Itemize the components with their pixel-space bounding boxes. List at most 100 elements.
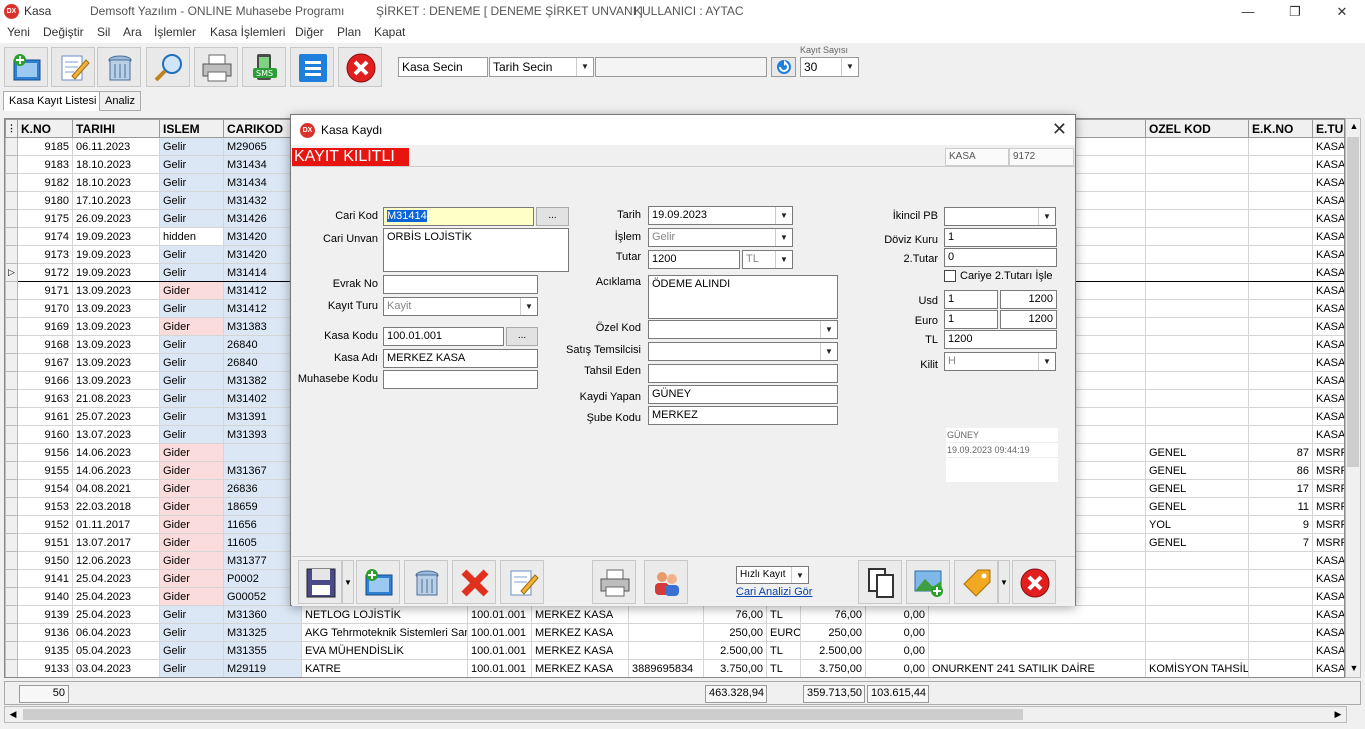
col-header-kno[interactable]: K.NO — [17, 119, 73, 138]
table-row[interactable]: 9136 06.04.2023 Gelir M31325 AKG Tehrmotekni… — [5, 623, 1344, 642]
vertical-scroll-thumb[interactable] — [1347, 137, 1359, 467]
row-indicator[interactable] — [5, 155, 18, 174]
row-indicator[interactable] — [5, 389, 18, 408]
refresh-button[interactable] — [771, 57, 796, 77]
row-indicator[interactable] — [5, 245, 18, 264]
date-select[interactable]: Tarih Secin ▼ — [489, 57, 594, 77]
users-button[interactable] — [644, 560, 688, 604]
cari-unvan-field[interactable]: ORBİS LOJİSTİK — [383, 228, 569, 272]
row-indicator[interactable] — [5, 605, 18, 624]
print-button[interactable] — [194, 47, 238, 87]
row-indicator[interactable] — [5, 335, 18, 354]
muhasebe-kodu-field[interactable] — [383, 370, 538, 389]
kayit-turu-select[interactable]: Kayit ▼ — [383, 297, 538, 316]
save-button[interactable] — [298, 560, 342, 604]
tab-kasa-kayit-listesi[interactable]: Kasa Kayıt Listesi — [3, 91, 103, 111]
row-indicator[interactable] — [5, 191, 18, 210]
row-indicator[interactable] — [5, 371, 18, 390]
row-indicator[interactable] — [5, 227, 18, 246]
satis-temsilcisi-select[interactable]: ▼ — [648, 342, 838, 361]
copy-button[interactable] — [858, 560, 902, 604]
row-indicator[interactable] — [5, 299, 18, 318]
quick-record-select[interactable]: Hızlı Kayıt ▼ — [736, 566, 809, 584]
new-record-button[interactable] — [4, 47, 48, 87]
row-indicator[interactable] — [5, 551, 18, 570]
list-menu-button[interactable] — [290, 47, 334, 87]
row-indicator[interactable] — [5, 641, 18, 660]
row-indicator[interactable] — [5, 659, 18, 677]
restore-button[interactable]: ❐ — [1272, 0, 1318, 23]
horizontal-scroll-thumb[interactable] — [23, 709, 1023, 720]
row-indicator[interactable] — [5, 623, 18, 642]
usd-amount-field[interactable]: 1200 — [1000, 290, 1057, 309]
kasa-kodu-field[interactable]: 100.01.001 — [383, 327, 504, 346]
ikincil-pb-select[interactable]: ▼ — [944, 207, 1056, 226]
islem-select[interactable]: Gelir ▼ — [648, 228, 793, 247]
vertical-scrollbar[interactable]: ▲ ▼ — [1345, 118, 1361, 678]
usd-rate-field[interactable]: 1 — [944, 290, 998, 309]
euro-rate-field[interactable]: 1 — [944, 310, 998, 329]
menu-yeni[interactable]: Yeni — [7, 25, 30, 39]
menu-diger[interactable]: Diğer — [295, 25, 324, 39]
close-dialog-button[interactable] — [1012, 560, 1056, 604]
tahsil-eden-field[interactable] — [648, 364, 838, 383]
scroll-left-icon[interactable]: ◀ — [5, 707, 21, 722]
print-button[interactable] — [592, 560, 636, 604]
close-button[interactable] — [338, 47, 382, 87]
dialog-close-icon[interactable]: ✕ — [1052, 119, 1067, 140]
save-options-dropdown[interactable]: ▼ — [342, 560, 354, 604]
close-window-button[interactable]: ✕ — [1319, 0, 1365, 23]
cariye-tutar-checkbox[interactable] — [944, 270, 956, 282]
scroll-up-icon[interactable]: ▲ — [1346, 119, 1362, 134]
tag-options-dropdown[interactable]: ▼ — [998, 560, 1010, 604]
row-indicator[interactable] — [5, 407, 18, 426]
scroll-right-icon[interactable]: ▶ — [1330, 707, 1346, 722]
row-indicator[interactable] — [5, 173, 18, 192]
edit-button[interactable] — [500, 560, 544, 604]
col-header-ozel-kod[interactable]: OZEL KOD — [1145, 119, 1249, 138]
menu-islemler[interactable]: İşlemler — [154, 25, 196, 39]
edit-record-button[interactable] — [51, 47, 95, 87]
menu-degistir[interactable]: Değiştir — [43, 25, 84, 39]
row-indicator[interactable] — [5, 425, 18, 444]
add-image-button[interactable] — [906, 560, 950, 604]
row-indicator[interactable] — [5, 353, 18, 372]
filter-field[interactable] — [595, 57, 767, 77]
table-row[interactable]: 9135 05.04.2023 Gelir M31355 EVA MÜHENDİSLİK… — [5, 641, 1344, 660]
menu-ara[interactable]: Ara — [123, 25, 142, 39]
menu-kasa-islemleri[interactable]: Kasa İşlemleri — [210, 25, 285, 39]
tag-button[interactable] — [954, 560, 998, 604]
minimize-button[interactable]: — — [1225, 0, 1271, 23]
kasa-adi-field[interactable]: MERKEZ KASA — [383, 349, 538, 368]
cari-analiz-link[interactable]: Cari Analizi Gör — [736, 586, 812, 598]
table-row[interactable]: 9139 25.04.2023 Gelir M31360 NETLOG LOJİSTİK… — [5, 605, 1344, 624]
table-row[interactable]: 9133 03.04.2023 Gelir M29119 KATRE 100.01.001… — [5, 659, 1344, 677]
cancel-button[interactable] — [452, 560, 496, 604]
row-indicator[interactable] — [5, 533, 18, 552]
euro-amount-field[interactable]: 1200 — [1000, 310, 1057, 329]
col-header-tarihi[interactable]: TARIHI — [72, 119, 160, 138]
sube-kodu-field[interactable]: MERKEZ — [648, 406, 838, 425]
tutar-currency-select[interactable]: TL ▼ — [742, 250, 793, 269]
cari-kod-field[interactable]: M31414 — [383, 207, 534, 226]
tutar-field[interactable]: 1200 — [648, 250, 740, 269]
doviz-kuru-field[interactable]: 1 — [944, 228, 1057, 247]
row-indicator[interactable] — [5, 443, 18, 462]
evrak-no-field[interactable] — [383, 275, 538, 294]
delete-record-button[interactable] — [97, 47, 141, 87]
row-indicator[interactable] — [5, 497, 18, 516]
row-indicator[interactable] — [5, 461, 18, 480]
menu-plan[interactable]: Plan — [337, 25, 361, 39]
col-header-ekno[interactable]: E.K.NO — [1248, 119, 1313, 138]
scroll-down-icon[interactable]: ▼ — [1346, 661, 1362, 676]
col-header-islem[interactable]: ISLEM — [159, 119, 224, 138]
sms-button[interactable]: SMS — [242, 47, 286, 87]
tab-analiz[interactable]: Analiz — [99, 91, 141, 111]
record-count-select[interactable]: 30 ▼ — [800, 57, 859, 77]
horizontal-scrollbar[interactable]: ◀ ▶ — [4, 706, 1347, 723]
cari-kod-lookup-button[interactable]: ... — [536, 207, 569, 226]
menu-kapat[interactable]: Kapat — [374, 25, 405, 39]
aciklama-field[interactable]: ÖDEME ALINDI — [648, 275, 838, 319]
kilit-select[interactable]: H ▼ — [944, 352, 1056, 371]
tutar2-field[interactable]: 0 — [944, 248, 1057, 267]
